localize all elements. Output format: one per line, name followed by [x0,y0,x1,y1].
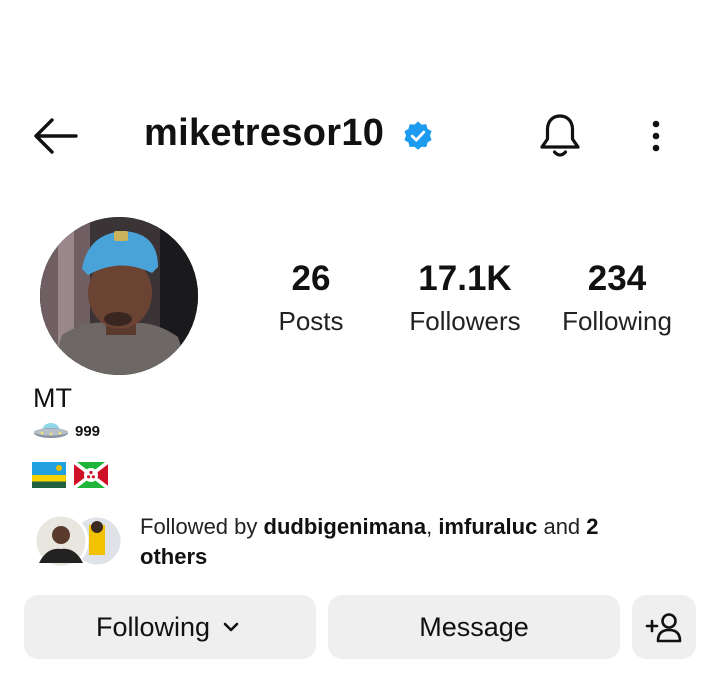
stat-posts[interactable]: 26 Posts [236,258,386,342]
more-options-button[interactable] [644,116,668,156]
message-button[interactable]: Message [328,595,620,659]
verified-badge-icon [402,120,434,152]
ufo-icon [34,423,68,438]
bell-icon [540,114,580,157]
display-name: MT [33,383,72,413]
stat-following-label: Following [562,306,672,336]
profile-username: miketresor10 [144,112,385,154]
mutual-followers-avatars[interactable] [33,513,125,569]
mutual-followers-count[interactable]: 2 [586,514,598,539]
followed-by-text[interactable]: Followed by dudbigenimana, imfuraluc and… [140,512,660,572]
add-person-icon [645,613,682,643]
back-button[interactable] [30,116,82,156]
stat-following[interactable]: 234 Following [542,258,692,342]
following-button-label: Following [95,611,211,642]
rwanda-flag-icon [32,462,66,488]
stat-posts-value: 26 [291,259,331,298]
notification-bell-button[interactable] [536,110,584,160]
bio-number: 999 [75,422,101,440]
message-button-label: Message [419,611,529,642]
more-vertical-icon [652,120,660,152]
bio-flags [32,462,108,488]
following-button[interactable]: Following [24,595,316,659]
suggested-people-button[interactable] [632,595,696,659]
stat-followers-label: Followers [409,306,521,336]
burundi-flag-icon [74,462,108,488]
chevron-down-icon [223,622,239,632]
followed-by-separator: , [426,514,439,539]
followed-by-prefix: Followed by [140,514,264,539]
mutual-followers-others[interactable]: others [140,544,207,569]
stat-followers-value: 17.1K [418,259,512,298]
bio-line: 999 [33,420,100,442]
mutual-follower-1[interactable]: dudbigenimana [264,514,427,539]
stat-followers[interactable]: 17.1K Followers [390,258,540,342]
profile-avatar[interactable] [40,217,198,375]
arrow-left-icon [34,118,78,154]
stat-posts-label: Posts [278,306,344,336]
followed-by-and: and [537,514,587,539]
mutual-follower-2[interactable]: imfuraluc [438,514,537,539]
avatar-image [40,217,198,375]
stat-following-value: 234 [587,259,647,298]
